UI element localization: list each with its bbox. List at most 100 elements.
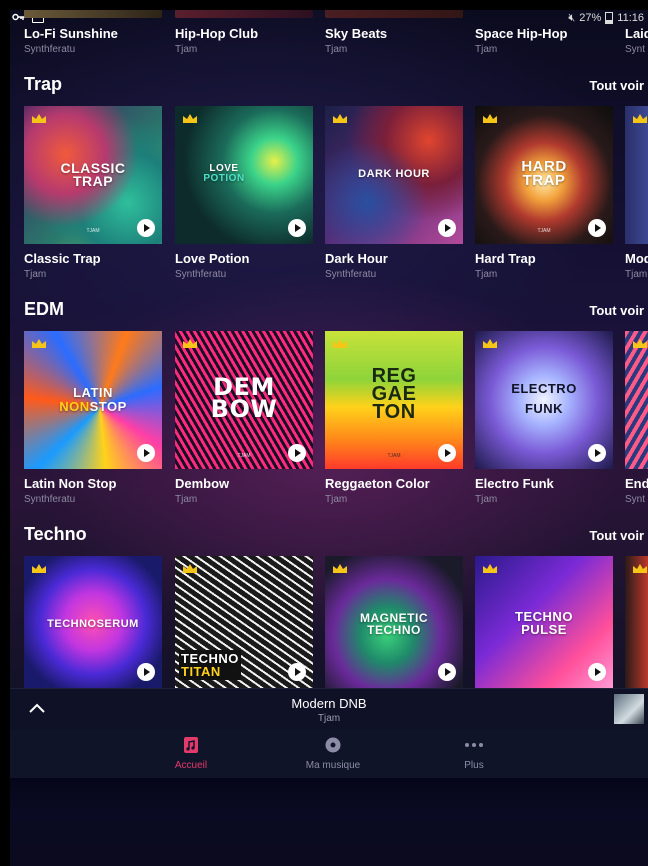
premium-crown-icon <box>483 339 497 348</box>
cover-art[interactable]: MAGNETIC TECHNO <box>325 556 463 688</box>
playlist-card[interactable]: LOVE POTION Love Potion Synthferatu <box>175 106 313 280</box>
playlist-card[interactable]: CLASSIC TRAP TJAM Classic Trap Tjam <box>24 106 162 280</box>
playlist-card[interactable]: REG GAE TON TJAM Reggaeton Color Tjam <box>325 331 463 505</box>
section-title-edm: EDM <box>24 299 64 319</box>
play-button[interactable] <box>588 219 606 237</box>
see-all-techno-link[interactable]: Tout voir <box>589 528 644 543</box>
cover-art[interactable]: HARD TRAP TJAM <box>475 106 613 244</box>
cover-art[interactable]: TECHNOSERUM <box>24 556 162 688</box>
mini-player[interactable]: Modern DNB Tjam <box>10 688 648 731</box>
cover-art[interactable]: REG GAE TON TJAM <box>325 331 463 469</box>
list-item[interactable]: Laid Synt <box>625 26 648 55</box>
premium-crown-icon <box>633 114 647 123</box>
cover-art[interactable]: TECHNO TITAN <box>175 556 313 688</box>
battery-icon <box>605 12 614 24</box>
premium-crown-icon <box>483 564 497 573</box>
card-artist: Tjam <box>175 494 198 505</box>
card-title: Dark Hour <box>325 251 388 266</box>
playlist-card[interactable]: TECHNO PULSE <box>475 556 613 688</box>
play-button[interactable] <box>288 219 306 237</box>
play-button[interactable] <box>438 219 456 237</box>
item-title: Sky Beats <box>325 26 388 41</box>
premium-crown-icon <box>32 114 46 123</box>
cover-art[interactable] <box>625 106 648 244</box>
play-button[interactable] <box>588 663 606 681</box>
card-artist: Synthferatu <box>325 269 377 280</box>
cover-art[interactable]: ELECTRO FUNK <box>475 331 613 469</box>
play-button[interactable] <box>588 444 606 462</box>
cover-art[interactable]: DEM BOW TJAM <box>175 331 313 469</box>
play-button[interactable] <box>288 444 306 462</box>
tab-label: Plus <box>464 760 484 771</box>
card-title: Reggaeton Color <box>325 476 430 491</box>
playlist-card[interactable]: DARK HOUR Dark Hour Synthferatu <box>325 106 463 280</box>
playlist-card[interactable] <box>625 556 648 688</box>
top-cover[interactable] <box>24 10 162 18</box>
card-title: Love Potion <box>175 251 250 266</box>
cover-art[interactable]: LATIN NONSTOP <box>24 331 162 469</box>
play-button[interactable] <box>438 663 456 681</box>
top-cover[interactable] <box>175 10 313 18</box>
cover-art[interactable]: DARK HOUR <box>325 106 463 244</box>
playlist-card[interactable]: ELECTRO FUNK Electro Funk Tjam <box>475 331 613 505</box>
play-button[interactable] <box>438 444 456 462</box>
card-artist: Synt <box>625 494 646 505</box>
music-file-icon <box>141 736 241 754</box>
section-title-techno: Techno <box>24 524 87 544</box>
list-item[interactable]: Lo-Fi Sunshine Synthferatu <box>24 26 118 55</box>
playlist-card[interactable]: HARD TRAP TJAM Hard Trap Tjam <box>475 106 613 280</box>
playlist-card[interactable]: LATIN NONSTOP Latin Non Stop Synthferatu <box>24 331 162 505</box>
playlist-card[interactable]: Mod Tjam <box>625 106 648 280</box>
playlist-card[interactable]: TECHNOSERUM <box>24 556 162 688</box>
playlist-card[interactable]: DEM BOW TJAM Dembow Tjam <box>175 331 313 505</box>
clock: 11:16 <box>617 12 644 24</box>
cover-art[interactable] <box>625 331 648 469</box>
tab-ma-musique[interactable]: Ma musique <box>283 736 383 771</box>
list-item[interactable]: Space Hip-Hop Tjam <box>475 26 567 55</box>
playlist-card[interactable]: TECHNO TITAN <box>175 556 313 688</box>
tab-plus[interactable]: Plus <box>424 736 524 771</box>
card-artist: Tjam <box>325 494 348 505</box>
play-button[interactable] <box>137 663 155 681</box>
top-cover[interactable] <box>325 10 463 18</box>
play-button[interactable] <box>137 444 155 462</box>
playlist-card[interactable]: MAGNETIC TECHNO <box>325 556 463 688</box>
tab-label: Ma musique <box>305 760 361 771</box>
cover-text: HARD TRAP <box>521 158 567 189</box>
section-title-trap: Trap <box>24 74 63 94</box>
item-artist: Synthferatu <box>24 44 76 55</box>
card-title: Latin Non Stop <box>24 476 117 491</box>
cover-text: LOVE POTION <box>203 163 245 184</box>
card-artist: Synthferatu <box>24 494 76 505</box>
cover-art[interactable]: TECHNO PULSE <box>475 556 613 688</box>
list-item[interactable]: Sky Beats Tjam <box>325 26 387 55</box>
cover-text: LATIN NONSTOP <box>59 385 127 414</box>
cover-text: TECHNO TITAN <box>179 650 241 680</box>
playlist-card[interactable]: End Synt <box>625 331 648 505</box>
cover-text: REG GAE TON <box>371 365 417 423</box>
list-item[interactable]: Hip-Hop Club Tjam <box>175 26 258 55</box>
tab-accueil[interactable]: Accueil <box>141 736 241 771</box>
item-artist: Tjam <box>475 44 498 55</box>
cover-art[interactable]: LOVE POTION <box>175 106 313 244</box>
see-all-trap-link[interactable]: Tout voir <box>589 78 644 93</box>
premium-crown-icon <box>183 339 197 348</box>
cover-text: DARK HOUR <box>358 168 430 180</box>
play-button[interactable] <box>288 663 306 681</box>
mute-icon: 🔇︎ <box>568 11 576 24</box>
item-artist: Tjam <box>325 44 348 55</box>
cover-text: DEM BOW <box>210 373 278 423</box>
premium-crown-icon <box>483 114 497 123</box>
premium-crown-icon <box>633 564 647 573</box>
battery-percent: 27% <box>579 12 602 24</box>
cover-art[interactable]: CLASSIC TRAP TJAM <box>24 106 162 244</box>
see-all-edm-link[interactable]: Tout voir <box>589 303 644 318</box>
premium-crown-icon <box>32 339 46 348</box>
now-playing-title: Modern DNB <box>291 696 367 711</box>
cover-art[interactable] <box>625 556 648 688</box>
card-title: Electro Funk <box>475 476 554 491</box>
status-bar-right: 🔇︎ 27% 11:16 <box>568 10 644 26</box>
item-title: Lo-Fi Sunshine <box>24 26 118 41</box>
play-button[interactable] <box>137 219 155 237</box>
now-playing-artwork[interactable] <box>614 694 644 724</box>
